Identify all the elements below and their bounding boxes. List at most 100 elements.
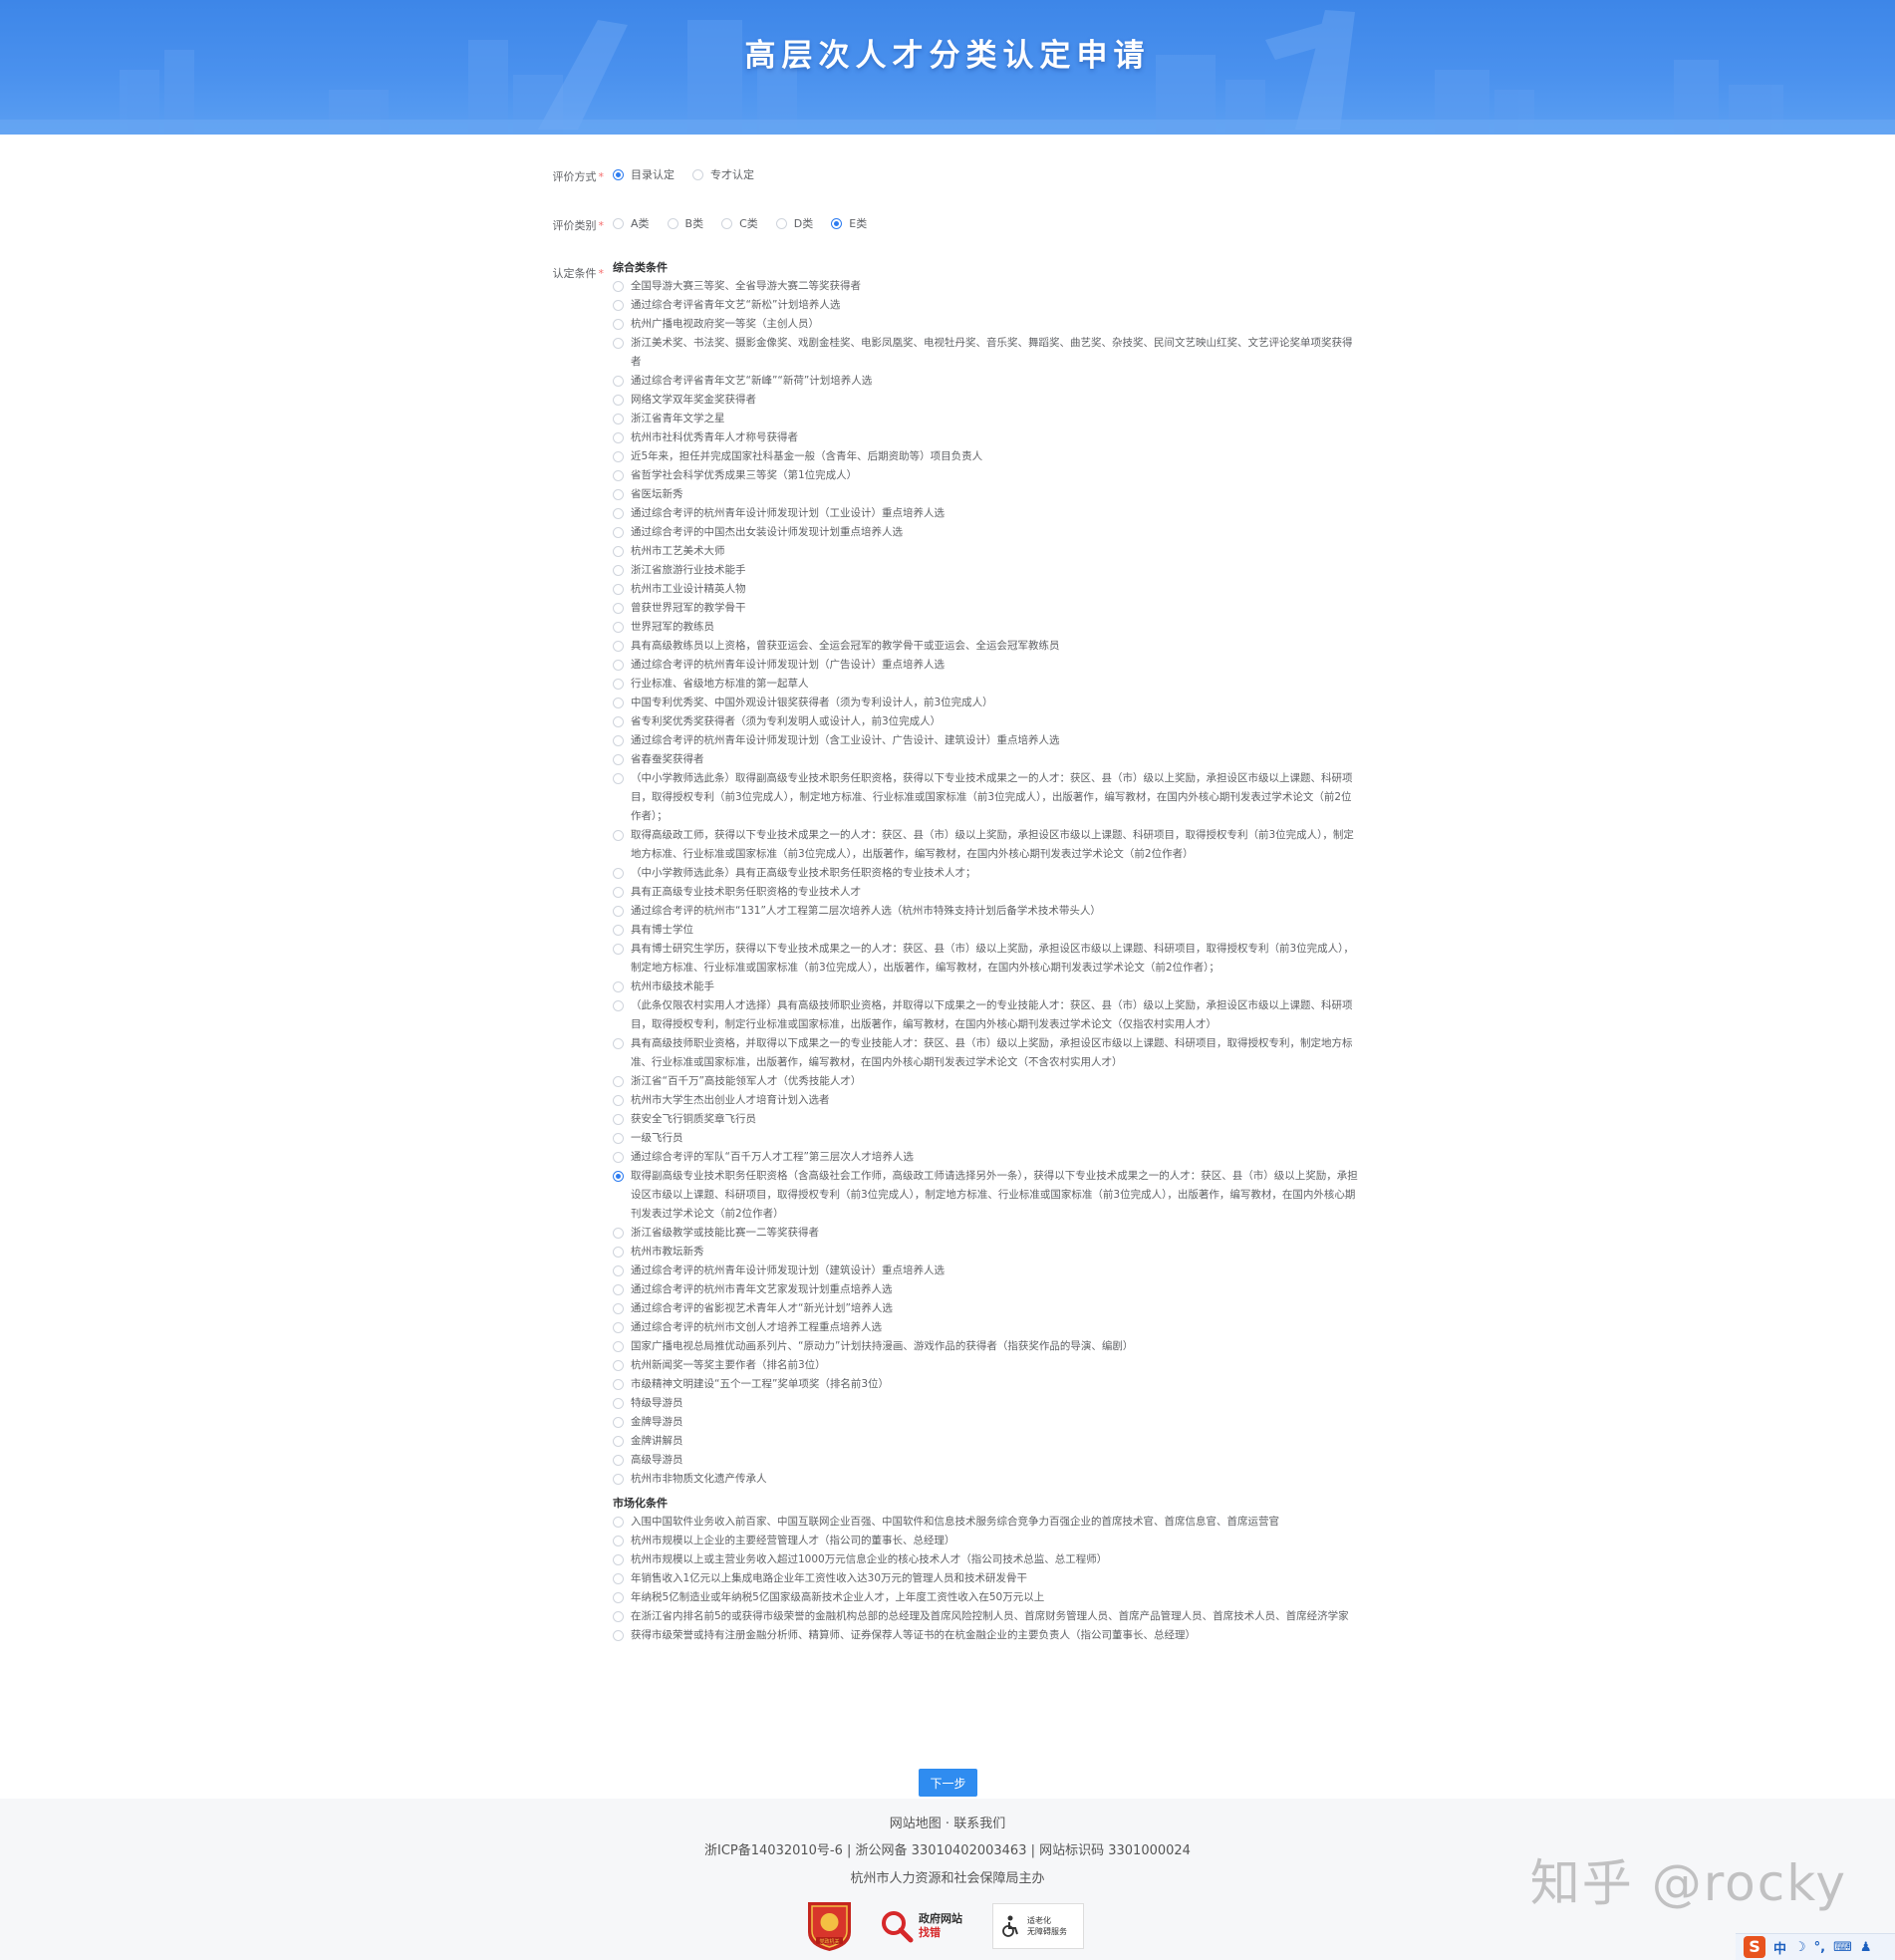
radio-icon[interactable]: [613, 1360, 624, 1371]
user-icon[interactable]: ♟: [1860, 1940, 1872, 1955]
radio-icon[interactable]: [613, 906, 624, 917]
condition-option[interactable]: 杭州广播电视政府奖一等奖（主创人员）: [613, 315, 1360, 334]
condition-option[interactable]: 在浙江省内排名前5的或获得市级荣誉的金融机构总部的总经理及首席风险控制人员、首席…: [613, 1607, 1360, 1626]
radio-icon[interactable]: [613, 1630, 624, 1641]
radio-icon[interactable]: [613, 1517, 624, 1528]
radio-icon[interactable]: [613, 1379, 624, 1390]
condition-option[interactable]: 省专利奖优秀奖获得者（须为专利发明人或设计人，前3位完成人）: [613, 712, 1360, 731]
condition-option[interactable]: 高级导游员: [613, 1451, 1360, 1470]
condition-option[interactable]: 金牌导游员: [613, 1413, 1360, 1432]
condition-option[interactable]: 获安全飞行铜质奖章飞行员: [613, 1110, 1360, 1129]
category-option-b[interactable]: B类: [667, 215, 703, 231]
category-option-d[interactable]: D类: [775, 215, 813, 231]
condition-option[interactable]: 具有高级技师职业资格，并取得以下成果之一的专业技能人才：获区、县（市）级以上奖励…: [613, 1034, 1360, 1072]
radio-icon[interactable]: [613, 1095, 624, 1106]
condition-option[interactable]: （此条仅限农村实用人才选择）具有高级技师职业资格，并取得以下成果之一的专业技能人…: [613, 996, 1360, 1034]
radio-icon[interactable]: [613, 944, 624, 955]
condition-option[interactable]: 通过综合考评的杭州青年设计师发现计划（广告设计）重点培养人选: [613, 656, 1360, 675]
condition-option[interactable]: 杭州新闻奖一等奖主要作者（排名前3位）: [613, 1356, 1360, 1375]
radio-icon[interactable]: [721, 217, 733, 229]
condition-option[interactable]: 具有正高级专业技术职务任职资格的专业技术人才: [613, 883, 1360, 902]
radio-icon[interactable]: [613, 395, 624, 406]
radio-icon[interactable]: [613, 754, 624, 765]
condition-option[interactable]: 曾获世界冠军的教学骨干: [613, 599, 1360, 618]
method-option-catalog[interactable]: 目录认定: [613, 166, 675, 182]
condition-option[interactable]: 杭州市规模以上或主营业务收入超过1000万元信息企业的核心技术人才（指公司技术总…: [613, 1550, 1360, 1569]
condition-option[interactable]: 通过综合考评的省影视艺术青年人才“新光计划”培养人选: [613, 1299, 1360, 1318]
radio-icon[interactable]: [613, 1398, 624, 1409]
next-step-button[interactable]: 下一步: [919, 1769, 977, 1797]
radio-icon[interactable]: [613, 1114, 624, 1125]
condition-option[interactable]: 省哲学社会科学优秀成果三等奖（第1位完成人）: [613, 466, 1360, 485]
condition-option[interactable]: 通过综合考评的杭州青年设计师发现计划（含工业设计、广告设计、建筑设计）重点培养人…: [613, 731, 1360, 750]
radio-icon[interactable]: [613, 1436, 624, 1447]
radio-icon[interactable]: [613, 641, 624, 652]
radio-icon[interactable]: [775, 217, 787, 229]
radio-icon[interactable]: [613, 1038, 624, 1049]
condition-option[interactable]: 通过综合考评的杭州青年设计师发现计划（建筑设计）重点培养人选: [613, 1261, 1360, 1280]
condition-option[interactable]: 杭州市教坛新秀: [613, 1243, 1360, 1261]
radio-icon[interactable]: [613, 830, 624, 841]
radio-icon[interactable]: [613, 1000, 624, 1011]
condition-option[interactable]: 浙江美术奖、书法奖、摄影金像奖、戏剧金桂奖、电影凤凰奖、电视牡丹奖、音乐奖、舞蹈…: [613, 334, 1360, 372]
radio-icon[interactable]: [613, 1573, 624, 1584]
radio-icon[interactable]: [613, 925, 624, 936]
condition-option[interactable]: 中国专利优秀奖、中国外观设计银奖获得者（须为专利设计人，前3位完成人）: [613, 694, 1360, 712]
condition-option[interactable]: 取得高级政工师，获得以下专业技术成果之一的人才：获区、县（市）级以上奖励，承担设…: [613, 826, 1360, 864]
radio-icon[interactable]: [613, 1284, 624, 1295]
radio-icon[interactable]: [613, 489, 624, 500]
radio-icon[interactable]: [613, 981, 624, 992]
condition-option[interactable]: 杭州市级技术能手: [613, 978, 1360, 996]
radio-icon[interactable]: [613, 1133, 624, 1144]
condition-option[interactable]: 通过综合考评的杭州青年设计师发现计划（工业设计）重点培养人选: [613, 504, 1360, 523]
radio-icon[interactable]: [613, 622, 624, 633]
radio-icon[interactable]: [613, 376, 624, 387]
radio-icon[interactable]: [613, 1076, 624, 1087]
condition-option[interactable]: 获得市级荣誉或持有注册金融分析师、精算师、证券保荐人等证书的在杭金融企业的主要负…: [613, 1626, 1360, 1645]
radio-icon[interactable]: [613, 451, 624, 462]
radio-icon[interactable]: [692, 168, 703, 180]
condition-option[interactable]: 年销售收入1亿元以上集成电路企业年工资性收入达30万元的管理人员和技术研发骨干: [613, 1569, 1360, 1588]
radio-icon[interactable]: [613, 527, 624, 538]
condition-option[interactable]: 浙江省青年文学之星: [613, 410, 1360, 428]
condition-option[interactable]: 近5年来，担任并完成国家社科基金一般（含青年、后期资助等）项目负责人: [613, 447, 1360, 466]
condition-option[interactable]: 杭州市规模以上企业的主要经营管理人才（指公司的董事长、总经理）: [613, 1532, 1360, 1550]
radio-icon[interactable]: [613, 1554, 624, 1565]
radio-icon[interactable]: [613, 1592, 624, 1603]
radio-icon[interactable]: [613, 1611, 624, 1622]
condition-option[interactable]: 通过综合考评的杭州市“131”人才工程第二层次培养人选（杭州市特殊支持计划后备学…: [613, 902, 1360, 921]
condition-option[interactable]: 国家广播电视总局推优动画系列片、“原动力”计划扶持漫画、游戏作品的获得者（指获奖…: [613, 1337, 1360, 1356]
radio-icon[interactable]: [613, 1247, 624, 1258]
condition-option[interactable]: 入围中国软件业务收入前百家、中国互联网企业百强、中国软件和信息技术服务综合竞争力…: [613, 1513, 1360, 1532]
radio-icon[interactable]: [613, 698, 624, 708]
category-option-c[interactable]: C类: [721, 215, 758, 231]
condition-option[interactable]: 通过综合考评的杭州市文创人才培养工程重点培养人选: [613, 1318, 1360, 1337]
keyboard-icon[interactable]: ⌨: [1833, 1940, 1852, 1955]
footer-links[interactable]: 网站地图 · 联系我们: [0, 1813, 1895, 1831]
punctuation-icon[interactable]: °,: [1814, 1940, 1825, 1955]
ime-taskbar[interactable]: S 中 ☽ °, ⌨ ♟: [1736, 1933, 1895, 1960]
gov-site-error-badge[interactable]: 政府网站 找错: [879, 1903, 970, 1949]
category-option-e[interactable]: E类: [831, 215, 867, 231]
radio-icon[interactable]: [613, 660, 624, 671]
category-option-a[interactable]: A类: [613, 215, 650, 231]
condition-option[interactable]: 金牌讲解员: [613, 1432, 1360, 1451]
condition-option[interactable]: （中小学教师选此条）取得副高级专业技术职务任职资格，获得以下专业技术成果之一的人…: [613, 769, 1360, 826]
radio-icon[interactable]: [613, 716, 624, 727]
radio-icon[interactable]: [667, 217, 678, 229]
radio-icon[interactable]: [613, 508, 624, 519]
radio-icon[interactable]: [613, 868, 624, 879]
condition-option[interactable]: 通过综合考评省青年文艺“新峰”“新荷”计划培养人选: [613, 372, 1360, 391]
radio-icon[interactable]: [613, 319, 624, 330]
ime-language-label[interactable]: 中: [1773, 1938, 1786, 1957]
radio-icon[interactable]: [613, 1152, 624, 1163]
condition-option[interactable]: 省春蚕奖获得者: [613, 750, 1360, 769]
radio-icon[interactable]: [613, 565, 624, 576]
condition-option[interactable]: 通过综合考评的军队“百千万人才工程”第三层次人才培养人选: [613, 1148, 1360, 1167]
radio-icon[interactable]: [613, 546, 624, 557]
condition-option[interactable]: 具有博士学位: [613, 921, 1360, 940]
condition-option[interactable]: 浙江省级教学或技能比赛一二等奖获得者: [613, 1224, 1360, 1243]
radio-icon[interactable]: [613, 1417, 624, 1428]
party-gov-badge[interactable]: 党政机关: [802, 1898, 857, 1953]
radio-icon[interactable]: [613, 1455, 624, 1466]
